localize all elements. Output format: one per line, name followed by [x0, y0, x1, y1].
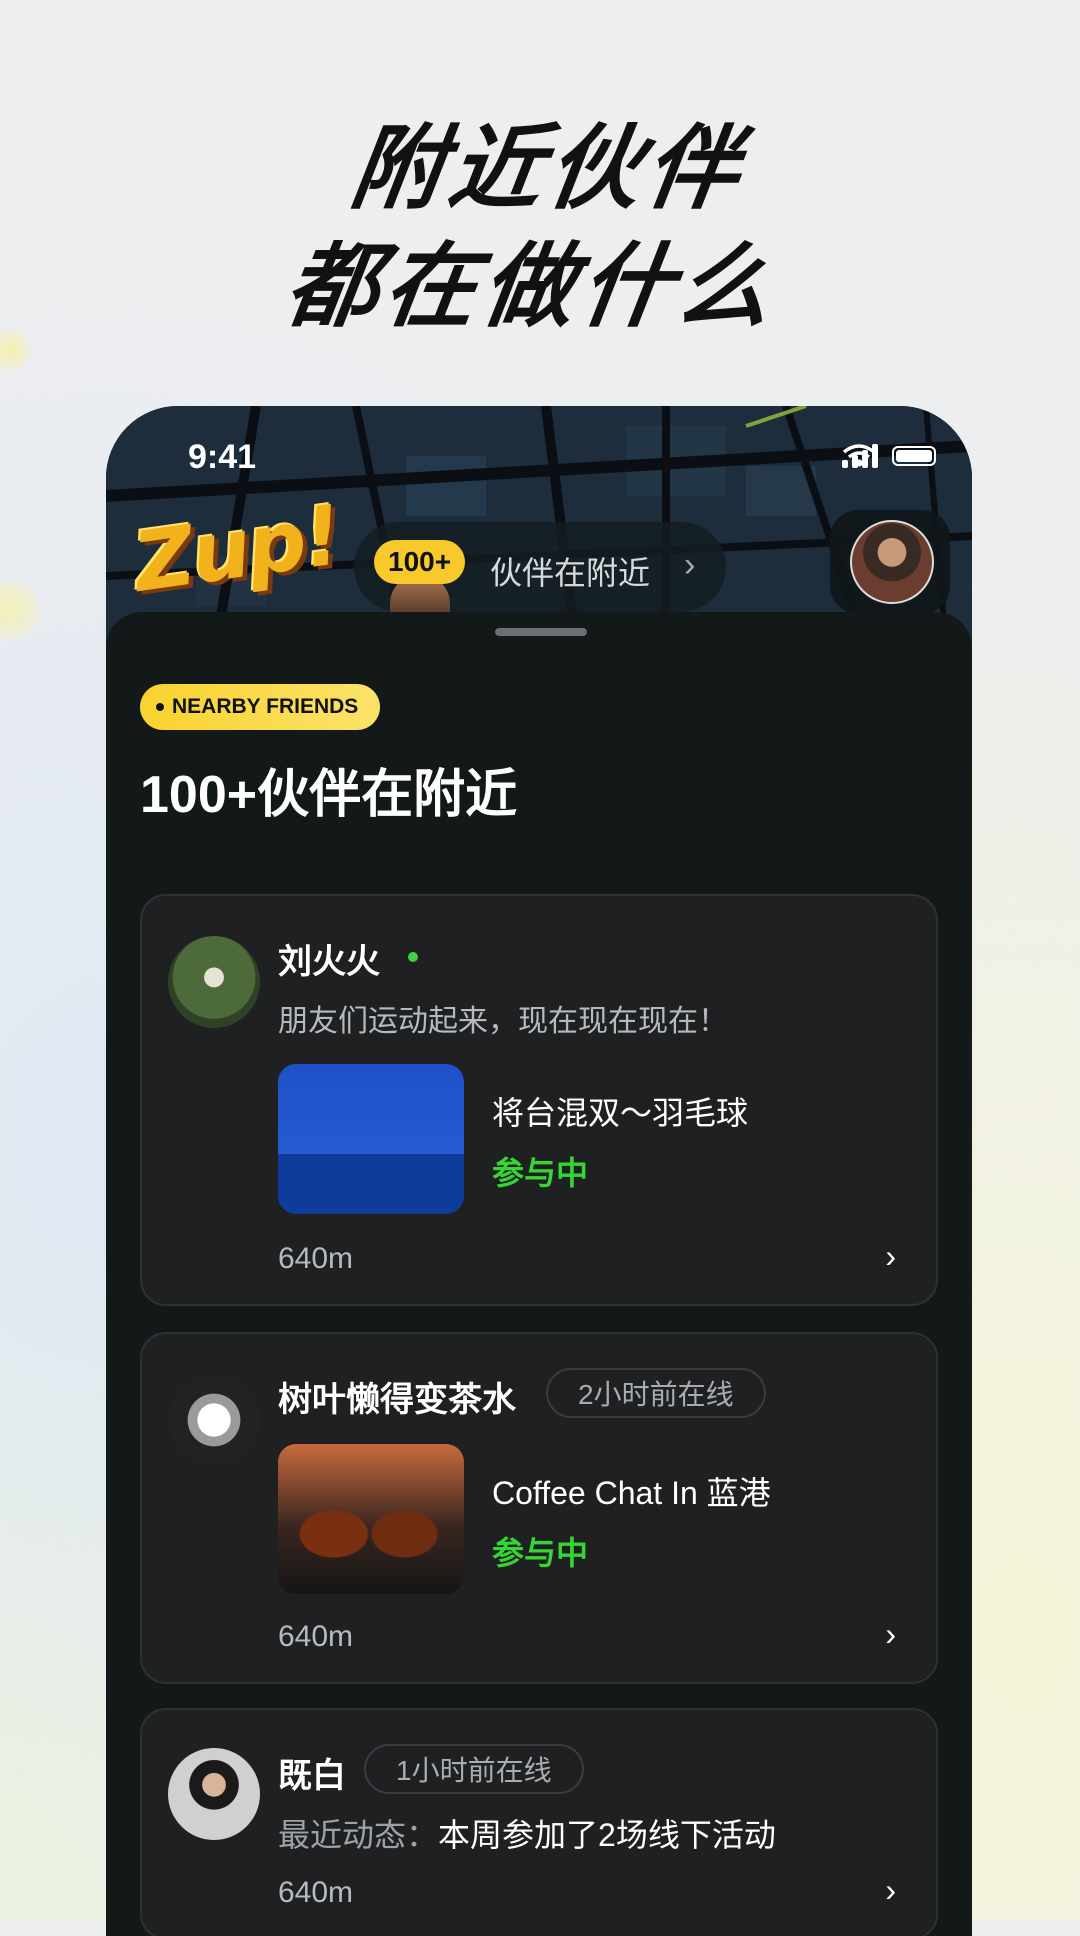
- headline-line-1: 附近伙伴: [344, 115, 752, 222]
- map-view[interactable]: 9:41 Zup! 100+ 伙伴在附近 ›: [106, 406, 972, 646]
- nearby-friends-badge: NEARBY FRIENDS: [140, 684, 381, 730]
- friend-name: 既白: [278, 1757, 346, 1795]
- online-status-dot: [408, 952, 418, 962]
- chevron-right-icon[interactable]: ›: [885, 1238, 896, 1275]
- chevron-right-icon[interactable]: ›: [885, 1872, 896, 1909]
- pill-label: 伙伴在附近: [490, 555, 651, 591]
- status-icons: [842, 444, 936, 468]
- wifi-icon: [842, 444, 876, 467]
- avatar[interactable]: [168, 1748, 260, 1840]
- event-thumbnail[interactable]: [278, 1444, 464, 1594]
- badge-dot-icon: [156, 703, 164, 711]
- distance: 640m: [278, 1876, 354, 1909]
- pill-count-badge: 100+: [374, 540, 466, 584]
- friend-card[interactable]: 刘火火 朋友们运动起来，现在现在现在！ 将台混双～羽毛球 参与中 640m ›: [140, 894, 938, 1306]
- event-status: 参与中: [492, 1535, 589, 1571]
- sheet-title: 100+伙伴在附近: [140, 766, 518, 824]
- event-title: 将台混双～羽毛球: [492, 1095, 749, 1131]
- last-online-chip: 1小时前在线: [364, 1744, 584, 1794]
- headline: 附近伙伴 都在做什么: [0, 110, 1080, 346]
- friend-card[interactable]: 树叶懒得变茶水 2小时前在线 Coffee Chat In 蓝港 参与中 640…: [140, 1332, 938, 1684]
- recent-activity-label: 最近动态：: [278, 1817, 439, 1853]
- event-status: 参与中: [492, 1155, 589, 1191]
- distance: 640m: [278, 1242, 354, 1275]
- chevron-right-icon: ›: [684, 546, 696, 584]
- phone-screen: 9:41 Zup! 100+ 伙伴在附近 › NEARBY FRIENDS 10…: [106, 406, 972, 1936]
- battery-icon: [892, 446, 936, 466]
- event-title: Coffee Chat In 蓝港: [492, 1475, 771, 1511]
- chevron-right-icon[interactable]: ›: [885, 1616, 896, 1653]
- friend-name: 刘火火: [278, 943, 380, 981]
- distance: 640m: [278, 1620, 354, 1653]
- badge-label: NEARBY FRIENDS: [172, 695, 359, 718]
- recent-activity-value: 本周参加了2场线下活动: [438, 1817, 776, 1853]
- friend-card[interactable]: 既白 1小时前在线 最近动态：本周参加了2场线下活动 640m ›: [140, 1708, 938, 1936]
- nearby-friends-pill[interactable]: 100+ 伙伴在附近 ›: [354, 522, 726, 614]
- headline-line-2: 都在做什么: [279, 233, 785, 340]
- avatar[interactable]: [168, 936, 260, 1028]
- background-glow: [0, 580, 40, 640]
- bottom-sheet: NEARBY FRIENDS 100+伙伴在附近 刘火火 朋友们运动起来，现在现…: [106, 612, 972, 1936]
- status-time: 9:41: [188, 438, 257, 476]
- friend-name: 树叶懒得变茶水: [278, 1381, 516, 1419]
- last-online-chip: 2小时前在线: [546, 1368, 766, 1418]
- avatar[interactable]: [168, 1374, 260, 1466]
- drag-handle[interactable]: [495, 628, 587, 636]
- profile-button[interactable]: [830, 510, 950, 614]
- recent-activity: 最近动态：本周参加了2场线下活动: [278, 1810, 776, 1856]
- event-thumbnail[interactable]: [278, 1064, 464, 1214]
- avatar: [850, 520, 934, 604]
- friend-status-text: 朋友们运动起来，现在现在现在！: [278, 1005, 728, 1038]
